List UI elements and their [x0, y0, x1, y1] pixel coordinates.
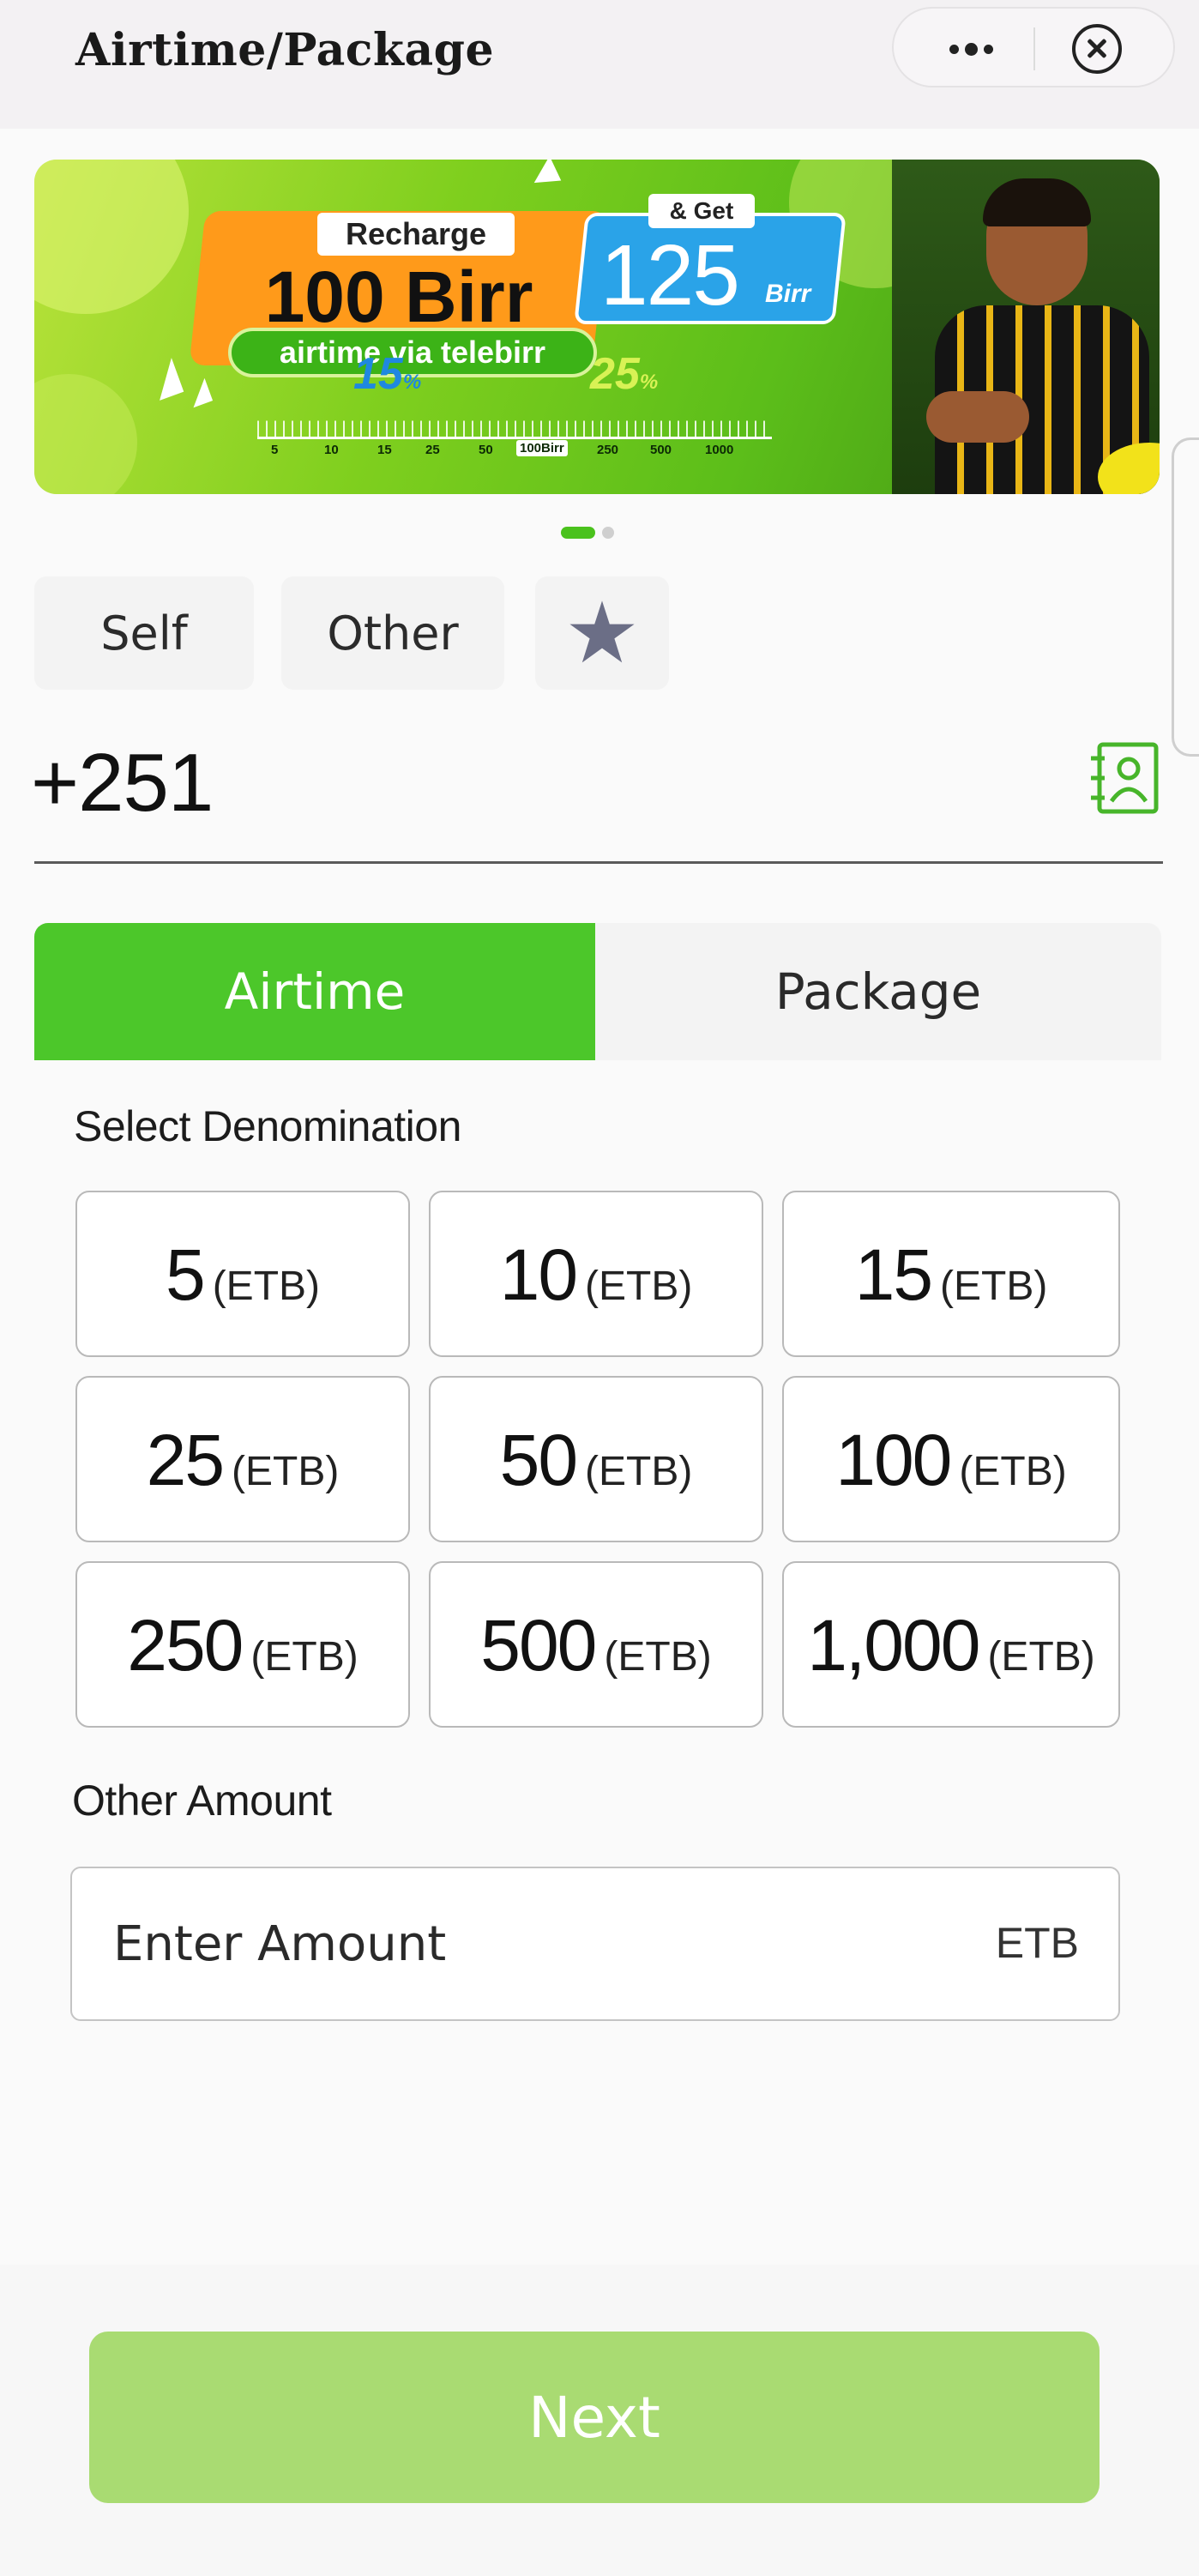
- dot: [949, 44, 959, 54]
- denomination-currency: (ETB): [940, 1264, 1048, 1309]
- denomination-currency: (ETB): [604, 1634, 712, 1680]
- percent-sign: %: [639, 371, 659, 394]
- percent-value: 15: [353, 349, 403, 399]
- banner-decoration: [34, 160, 189, 314]
- denomination-grid: 5 (ETB) 10 (ETB) 15 (ETB) 25 (ETB) 50 (ETB) 1…: [75, 1191, 1120, 1728]
- denomination-currency: (ETB): [585, 1264, 693, 1309]
- tab-favorites[interactable]: [535, 576, 669, 690]
- denomination-amount: 50: [499, 1420, 578, 1500]
- denomination-currency: (ETB): [585, 1449, 693, 1494]
- denomination-amount: 25: [146, 1420, 225, 1500]
- denomination-currency: (ETB): [987, 1634, 1095, 1680]
- close-circle-icon[interactable]: [1072, 24, 1122, 74]
- recharge-amount: 100 Birr: [264, 256, 533, 337]
- percent-25: 25%: [590, 348, 658, 400]
- denomination-currency: (ETB): [250, 1634, 358, 1680]
- percent-15: 15%: [353, 348, 421, 400]
- hand: [926, 391, 1029, 443]
- denomination-option-10[interactable]: 10 (ETB): [429, 1191, 763, 1357]
- banner-decoration: [34, 374, 137, 494]
- denomination-currency: (ETB): [212, 1264, 321, 1309]
- denomination-amount: 250: [127, 1605, 244, 1686]
- denomination-option-25[interactable]: 25 (ETB): [75, 1376, 410, 1542]
- promo-banner[interactable]: Recharge 100 Birr airtime via telebirr &…: [34, 160, 1160, 494]
- banner-decoration: [533, 160, 569, 195]
- country-code: +251: [31, 737, 214, 829]
- other-amount-field[interactable]: ETB: [70, 1867, 1120, 2021]
- recharge-label: Recharge: [317, 213, 515, 256]
- percent-value: 25: [590, 349, 640, 399]
- side-scroll-handle[interactable]: [1172, 437, 1199, 757]
- banner-model-image: [892, 160, 1160, 494]
- bonus-amount: 125: [600, 227, 740, 323]
- denomination-option-100[interactable]: 100 (ETB): [782, 1376, 1120, 1542]
- page-title: Airtime/Package: [75, 24, 495, 76]
- banner-pagination: [561, 527, 614, 539]
- percent-sign: %: [402, 371, 422, 394]
- denomination-amount: 10: [499, 1234, 578, 1315]
- scale-label: 250: [597, 443, 619, 457]
- airtime-package-page: Airtime/Package Recharge 100 Birr airtim…: [0, 0, 1199, 2576]
- denomination-option-15[interactable]: 15 (ETB): [782, 1191, 1120, 1357]
- banner-decoration: [147, 358, 184, 401]
- scale-label: 1000: [705, 443, 734, 457]
- denomination-currency: (ETB): [232, 1449, 340, 1494]
- scale-label: 5: [271, 443, 279, 457]
- header-bar: Airtime/Package: [0, 0, 1199, 129]
- get-label: & Get: [648, 194, 755, 228]
- denomination-option-500[interactable]: 500 (ETB): [429, 1561, 763, 1728]
- bonus-currency: Birr: [765, 280, 811, 308]
- scale-label: 15: [377, 443, 392, 457]
- denomination-option-250[interactable]: 250 (ETB): [75, 1561, 410, 1728]
- amount-input[interactable]: [113, 1901, 937, 1987]
- denomination-option-1000[interactable]: 1,000 (ETB): [782, 1561, 1120, 1728]
- tab-self[interactable]: Self: [34, 576, 254, 690]
- denomination-amount: 1,000: [807, 1605, 980, 1686]
- dot: [983, 44, 993, 54]
- denomination-amount: 100: [835, 1420, 952, 1500]
- phone-number-input[interactable]: [223, 755, 1046, 841]
- amount-scale: [257, 398, 772, 439]
- scale-label: 10: [324, 443, 339, 457]
- star-icon: [569, 600, 635, 663]
- denomination-currency: (ETB): [959, 1449, 1067, 1494]
- pagination-dot-active[interactable]: [561, 527, 595, 539]
- denomination-amount: 5: [165, 1234, 206, 1315]
- scale-label: 50: [479, 443, 493, 457]
- denomination-option-50[interactable]: 50 (ETB): [429, 1376, 763, 1542]
- denomination-option-5[interactable]: 5 (ETB): [75, 1191, 410, 1357]
- phone-underline: [34, 861, 1163, 864]
- banner-decoration: [184, 377, 214, 408]
- scale-label-highlight: 100Birr: [516, 440, 568, 456]
- hair: [983, 178, 1091, 226]
- mini-program-capsule: [892, 7, 1175, 87]
- contact-book-icon[interactable]: [1088, 739, 1161, 817]
- next-button[interactable]: Next: [89, 2332, 1100, 2503]
- currency-suffix: ETB: [995, 1919, 1079, 1967]
- denomination-amount: 500: [480, 1605, 597, 1686]
- tab-package[interactable]: Package: [595, 923, 1161, 1060]
- denomination-amount: 15: [854, 1234, 933, 1315]
- tab-other[interactable]: Other: [281, 576, 504, 690]
- capsule-divider: [1033, 27, 1035, 70]
- other-amount-heading: Other Amount: [72, 1777, 332, 1825]
- scale-label: 25: [425, 443, 440, 457]
- dot: [964, 42, 978, 56]
- pagination-dot[interactable]: [602, 527, 614, 539]
- scale-label: 500: [650, 443, 672, 457]
- tab-airtime[interactable]: Airtime: [34, 923, 595, 1060]
- more-dots-icon[interactable]: [928, 29, 1014, 69]
- denomination-heading: Select Denomination: [74, 1102, 461, 1150]
